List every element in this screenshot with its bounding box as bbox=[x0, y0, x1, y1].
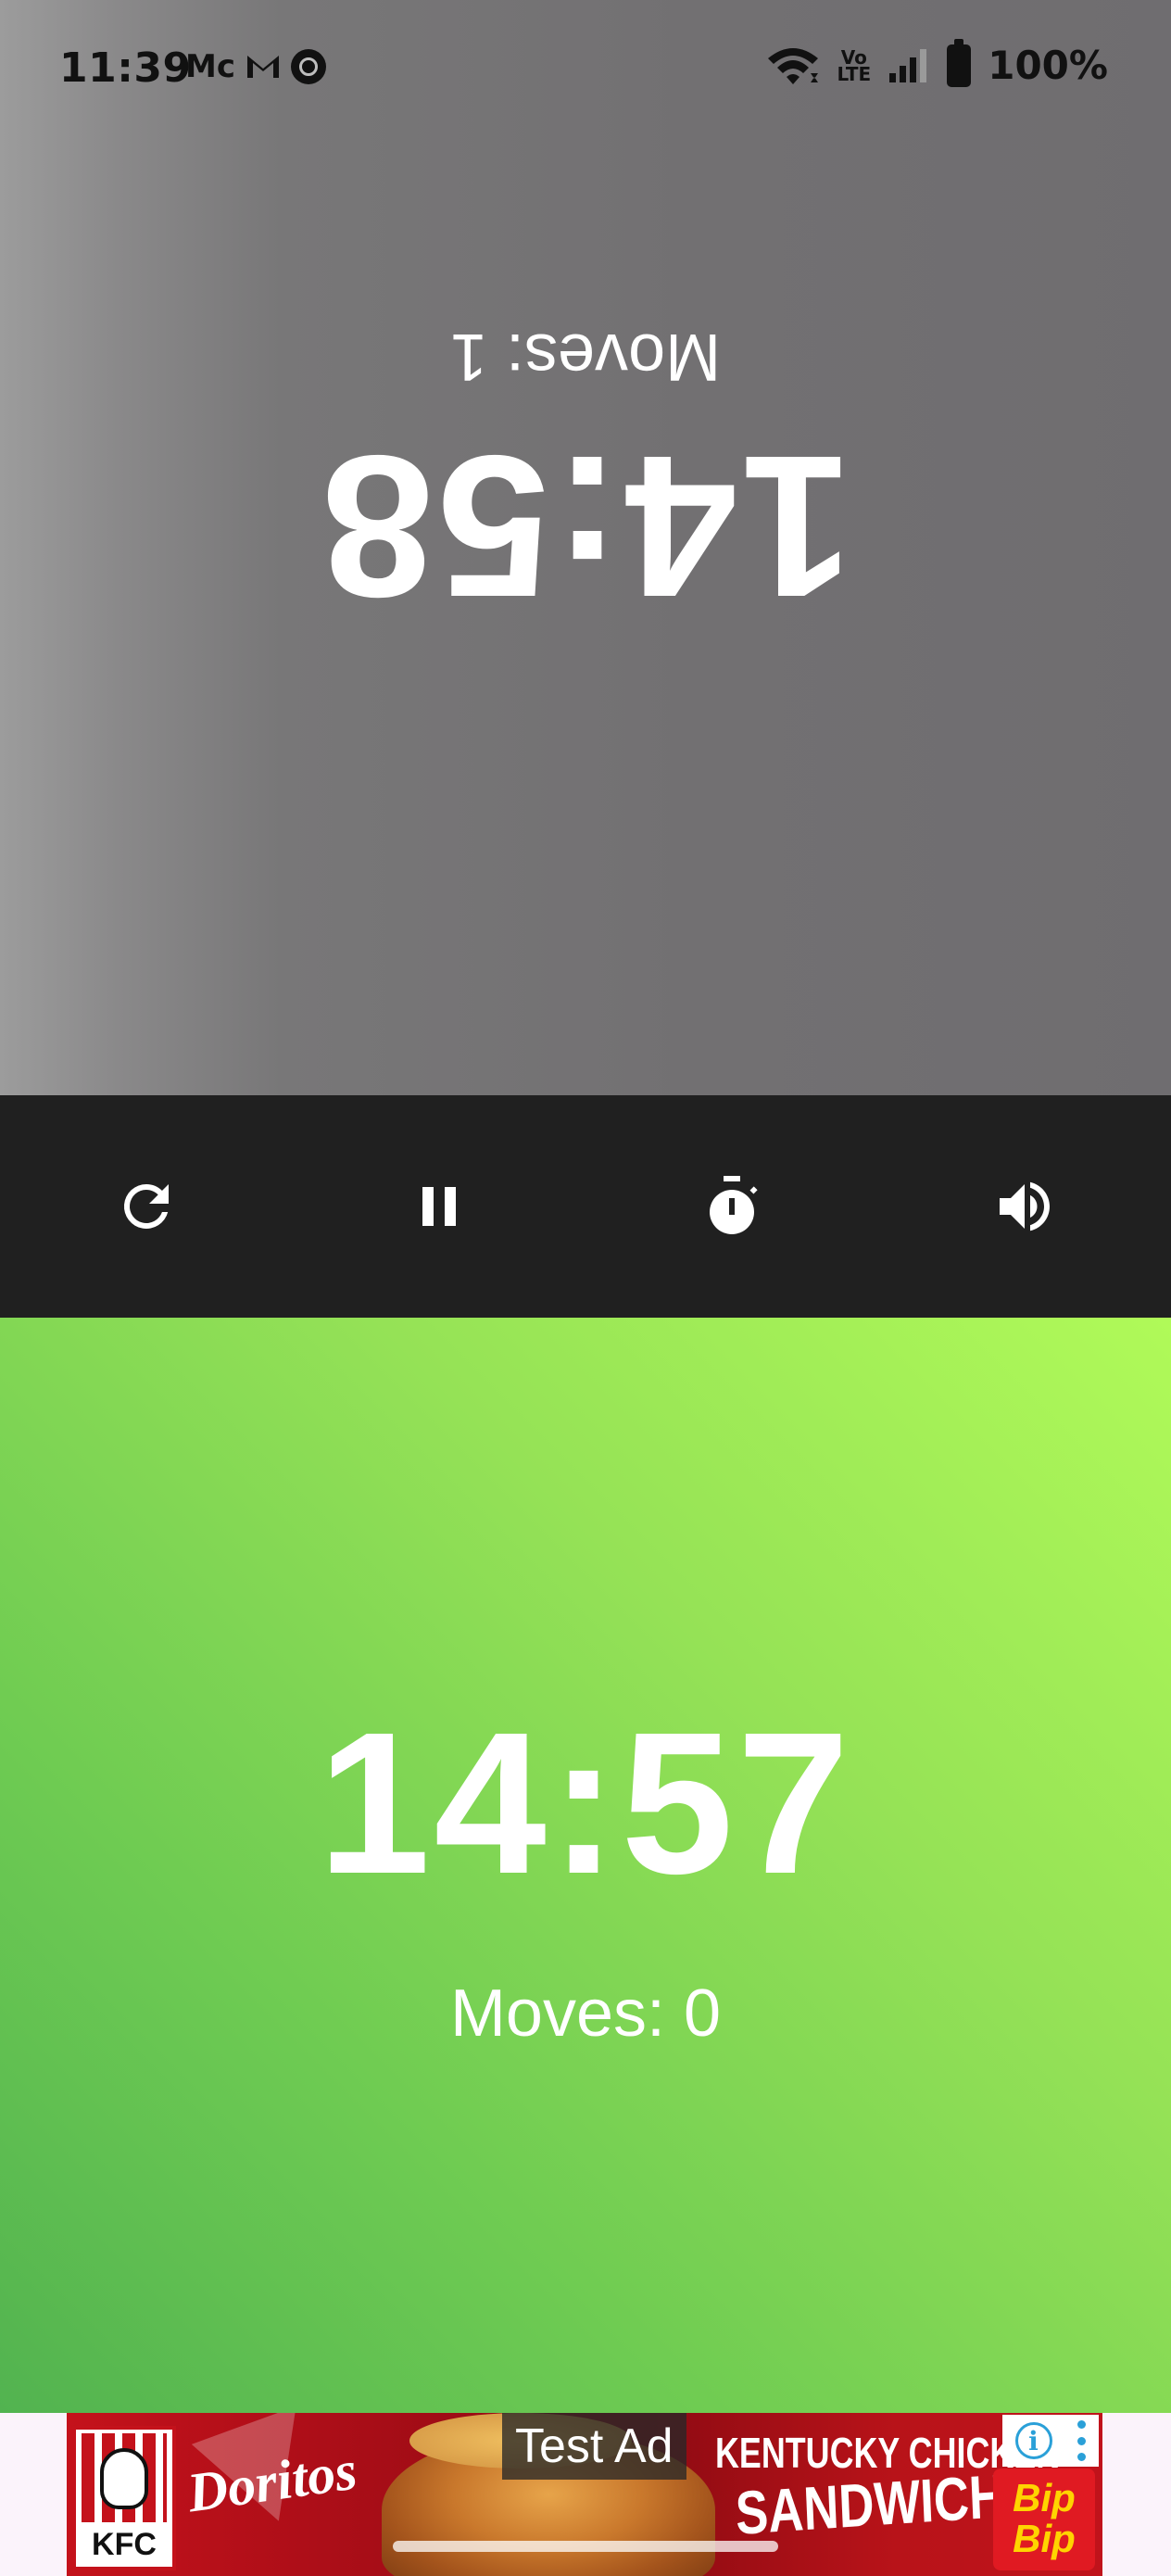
restart-icon bbox=[123, 1184, 169, 1229]
pause-icon bbox=[422, 1187, 456, 1226]
gmail-icon bbox=[245, 52, 282, 82]
top-player-moves: Moves: 1 bbox=[449, 320, 722, 394]
status-time: 11:39 bbox=[59, 44, 192, 92]
status-bar: 11:39 Mc Vo LTE 100% bbox=[0, 0, 1171, 139]
ad-choices[interactable]: i bbox=[1002, 2415, 1099, 2467]
battery-percent: 100% bbox=[988, 43, 1108, 88]
top-player-time: 14:58 bbox=[318, 413, 853, 638]
sound-button[interactable] bbox=[969, 1151, 1080, 1262]
top-player-panel[interactable]: 14:58 Moves: 1 bbox=[0, 0, 1171, 1095]
kfc-logo: KFC bbox=[72, 2426, 176, 2570]
notification-icons: Mc bbox=[185, 48, 326, 85]
volte-icon: Vo LTE bbox=[837, 45, 872, 85]
info-icon[interactable]: i bbox=[1014, 2422, 1052, 2459]
timer-icon bbox=[710, 1176, 758, 1234]
pause-button[interactable] bbox=[384, 1151, 495, 1262]
control-bar bbox=[0, 1095, 1171, 1318]
bottom-player-time: 14:57 bbox=[318, 1691, 853, 1916]
more-vert-icon[interactable] bbox=[1077, 2420, 1087, 2461]
bottom-player-panel[interactable]: 14:57 Moves: 0 bbox=[0, 1318, 1171, 2413]
volume-icon bbox=[1000, 1181, 1050, 1231]
wifi-icon bbox=[766, 45, 820, 86]
battery-icon bbox=[947, 38, 972, 87]
chrome-icon bbox=[291, 49, 326, 84]
bottom-player-moves: Moves: 0 bbox=[449, 1976, 722, 2051]
system-icons: Vo LTE 100% bbox=[766, 38, 1108, 88]
top-player-content: 14:58 Moves: 1 bbox=[0, 0, 1171, 1095]
restart-button[interactable] bbox=[91, 1151, 202, 1262]
home-indicator[interactable] bbox=[393, 2541, 778, 2552]
test-ad-label: Test Ad bbox=[502, 2413, 686, 2480]
mc-app-icon: Mc bbox=[185, 48, 235, 85]
bip-bip-logo: Bip Bip bbox=[993, 2469, 1095, 2570]
signal-icon bbox=[888, 47, 930, 84]
timer-settings-button[interactable] bbox=[676, 1151, 787, 1262]
